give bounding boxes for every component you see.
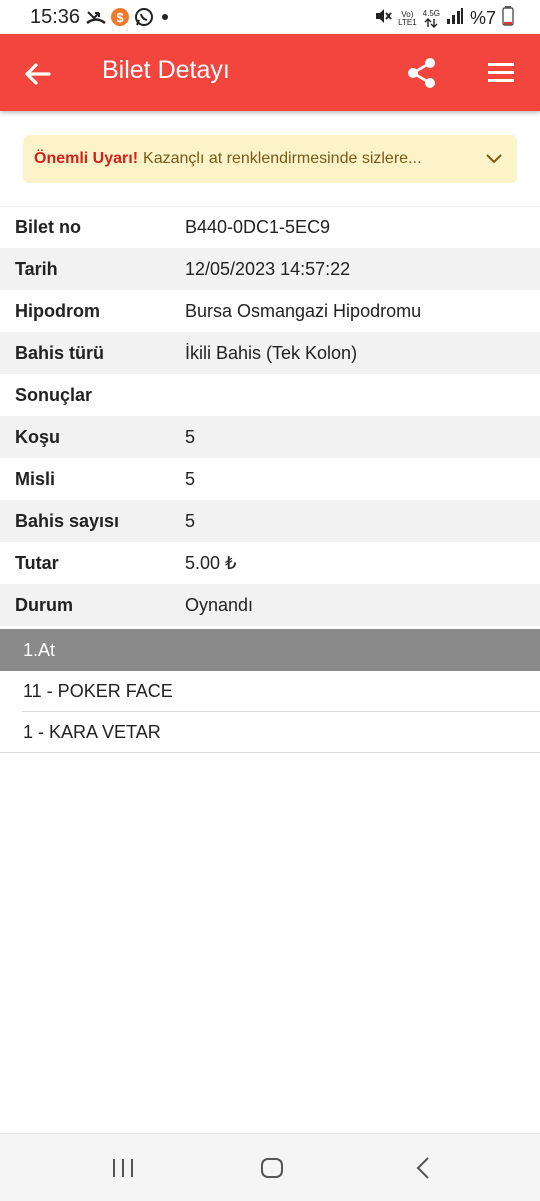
back-button[interactable] bbox=[22, 58, 54, 90]
detail-key: Tarih bbox=[15, 258, 58, 279]
detail-key: Sonuçlar bbox=[15, 384, 93, 405]
dot-icon bbox=[158, 10, 172, 24]
network-label: Vo) LTE1 bbox=[398, 10, 417, 27]
recent-apps-button[interactable] bbox=[110, 1156, 136, 1180]
detail-key: Bahis türü bbox=[15, 342, 105, 363]
detail-row-bahis-sayisi: Bahis sayısı 5 bbox=[0, 500, 540, 542]
detail-value: İkili Bahis (Tek Kolon) bbox=[185, 342, 358, 363]
detail-row-durum: Durum Oynandı bbox=[0, 584, 540, 626]
detail-value: B440-0DC1-5EC9 bbox=[185, 216, 331, 237]
whatsapp-icon bbox=[134, 7, 154, 27]
detail-key: Bilet no bbox=[15, 216, 81, 237]
detail-key: Bahis sayısı bbox=[15, 510, 120, 531]
chevron-down-icon[interactable] bbox=[485, 150, 503, 168]
dollar-app-icon: $ bbox=[110, 7, 130, 27]
notification-icons: $ bbox=[86, 7, 172, 27]
detail-value: Bursa Osmangazi Hipodromu bbox=[185, 300, 422, 321]
battery-icon bbox=[502, 6, 514, 31]
detail-row-bilet-no: Bilet no B440-0DC1-5EC9 bbox=[0, 206, 540, 248]
svg-text:$: $ bbox=[116, 10, 124, 25]
horse-item: 11 - POKER FACE bbox=[0, 671, 540, 712]
horse-item: 1 - KARA VETAR bbox=[0, 712, 540, 753]
system-nav-bar bbox=[0, 1133, 540, 1201]
detail-value: 5 bbox=[185, 426, 196, 447]
detail-row-hipodrom: Hipodrom Bursa Osmangazi Hipodromu bbox=[0, 290, 540, 332]
share-button[interactable] bbox=[405, 56, 439, 90]
status-bar: 15:36 $ Vo) LTE1 4.5G %7 bbox=[0, 0, 540, 34]
horse-list: 11 - POKER FACE 1 - KARA VETAR bbox=[0, 671, 540, 753]
back-nav-button[interactable] bbox=[410, 1156, 436, 1180]
warning-label: Önemli Uyarı! bbox=[34, 150, 139, 167]
hamburger-menu-icon bbox=[488, 63, 514, 82]
signal-icon bbox=[446, 7, 464, 30]
data-indicator: 4.5G bbox=[422, 8, 440, 28]
home-icon bbox=[261, 1158, 283, 1178]
detail-row-tarih: Tarih 12/05/2023 14:57:22 bbox=[0, 248, 540, 290]
status-time: 15:36 bbox=[30, 6, 81, 28]
battery-level: %7 bbox=[469, 8, 496, 28]
share-icon bbox=[408, 58, 435, 88]
data-arrows-icon bbox=[424, 17, 438, 28]
page-title: Bilet Detayı bbox=[102, 56, 230, 84]
detail-row-kosu: Koşu 5 bbox=[0, 416, 540, 458]
detail-key: Durum bbox=[15, 594, 73, 615]
detail-value: 5.00 ₺ bbox=[185, 552, 237, 573]
warning-message: Kazançlı at renklendirmesinde sizlere... bbox=[143, 150, 422, 167]
home-button[interactable] bbox=[259, 1156, 285, 1180]
detail-value: 12/05/2023 14:57:22 bbox=[185, 258, 351, 279]
warning-banner[interactable]: Önemli Uyarı! Kazançlı at renklendirmesi… bbox=[23, 135, 517, 183]
data-type: 4.5G bbox=[422, 8, 440, 18]
ticket-details: Bilet no B440-0DC1-5EC9 Tarih 12/05/2023… bbox=[0, 206, 540, 626]
detail-row-misli: Misli 5 bbox=[0, 458, 540, 500]
detail-row-bahis-turu: Bahis türü İkili Bahis (Tek Kolon) bbox=[0, 332, 540, 374]
back-nav-icon bbox=[416, 1157, 429, 1179]
menu-button[interactable] bbox=[485, 58, 517, 88]
status-right: Vo) LTE1 4.5G %7 bbox=[374, 6, 514, 31]
detail-row-tutar: Tutar 5.00 ₺ bbox=[0, 542, 540, 584]
network-bottom: LTE1 bbox=[398, 17, 417, 27]
detail-value: 5 bbox=[185, 510, 196, 531]
detail-row-sonuclar: Sonuçlar bbox=[0, 374, 540, 416]
detail-value: Oynandı bbox=[185, 594, 254, 615]
detail-value: 5 bbox=[185, 468, 196, 489]
detail-key: Misli bbox=[15, 468, 56, 489]
horse-section-header: 1.At bbox=[0, 629, 540, 671]
app-bar: Bilet Detayı bbox=[0, 34, 540, 111]
mute-icon bbox=[374, 7, 392, 30]
recent-apps-icon bbox=[113, 1159, 133, 1177]
detail-key: Hipodrom bbox=[15, 300, 100, 321]
arrow-left-icon bbox=[25, 63, 51, 85]
missed-call-icon bbox=[86, 8, 106, 26]
detail-key: Tutar bbox=[15, 552, 59, 573]
detail-key: Koşu bbox=[15, 426, 60, 447]
